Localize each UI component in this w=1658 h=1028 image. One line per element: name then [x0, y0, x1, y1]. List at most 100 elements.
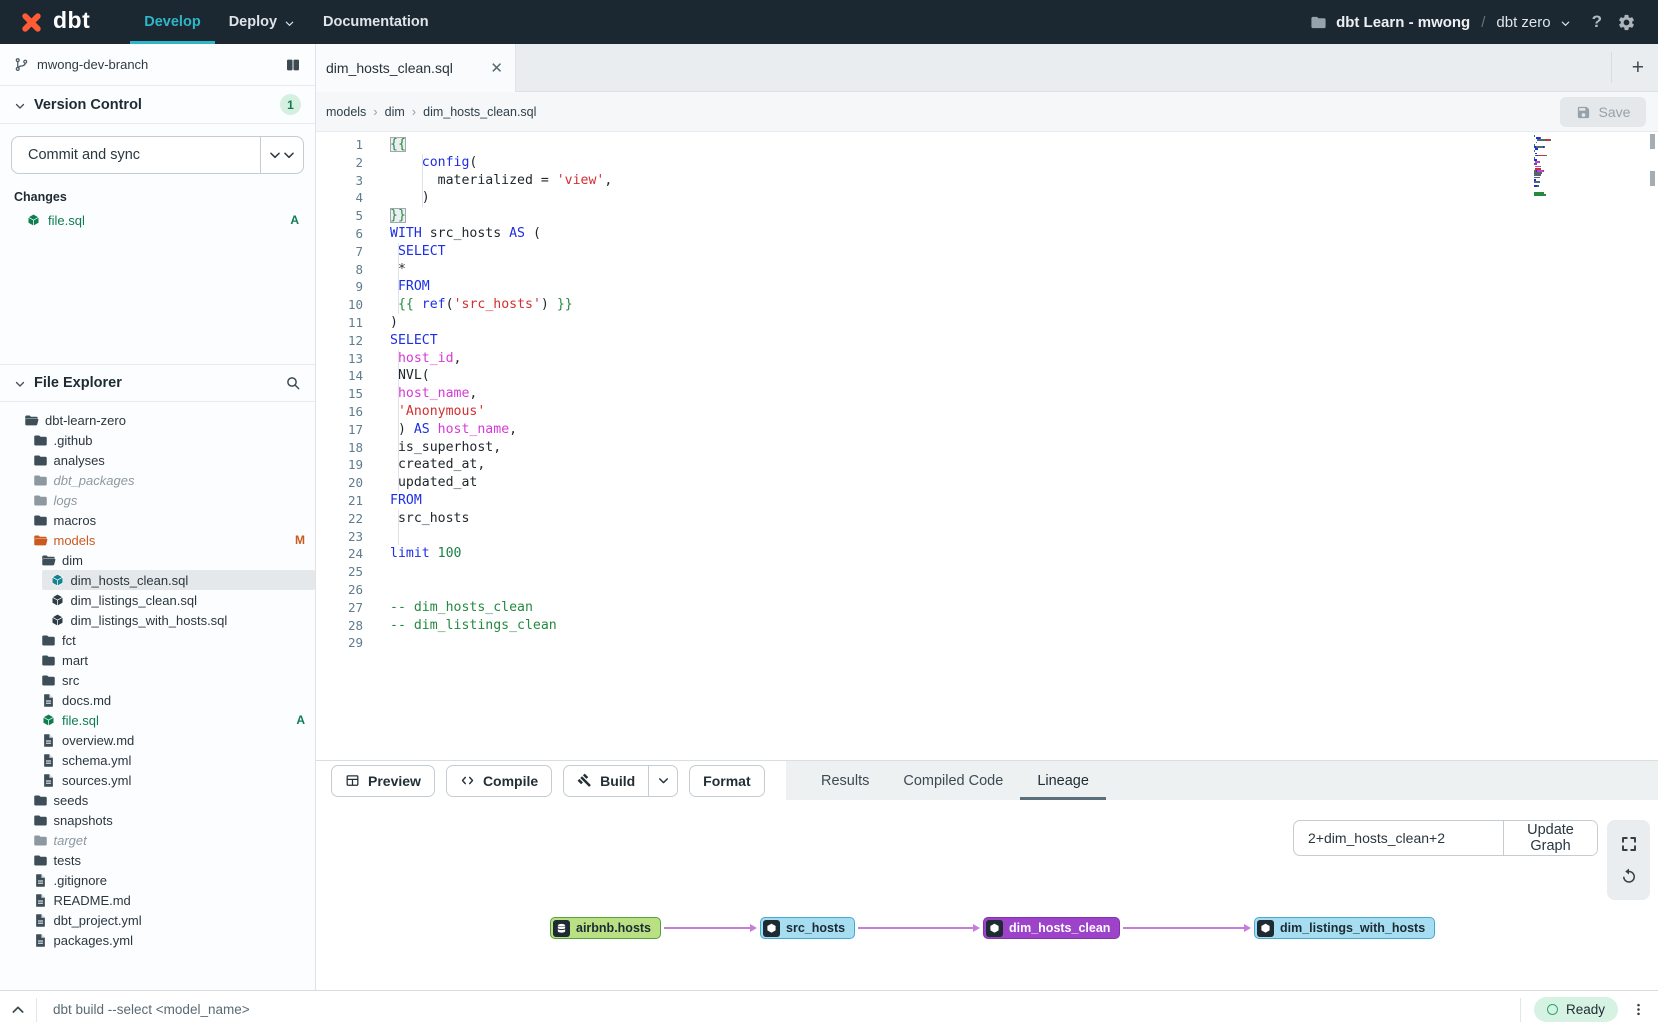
tree-item-mart[interactable]: mart [0, 650, 315, 670]
tree-item-analyses[interactable]: analyses [0, 450, 315, 470]
tree-item-snapshots[interactable]: snapshots [0, 810, 315, 830]
model-icon [50, 573, 65, 588]
nav-item-deploy[interactable]: Deploy [215, 0, 309, 44]
database-icon [553, 920, 570, 937]
code-line: 19 created_at, [316, 456, 1658, 474]
tree-item-dim-listings-clean-sql[interactable]: dim_listings_clean.sql [0, 590, 315, 610]
tab-lineage[interactable]: Lineage [1020, 761, 1106, 800]
project-name[interactable]: dbt Learn - mwong [1336, 14, 1470, 31]
build-button[interactable]: Build [563, 765, 648, 797]
build-hammer-icon [577, 773, 592, 788]
dbt-logo[interactable]: dbt [0, 0, 104, 44]
changed-file-row[interactable]: file.sql A [11, 210, 304, 230]
tree-item-readme-md[interactable]: README.md [0, 890, 315, 910]
lineage-node-dim-hosts-clean[interactable]: dim_hosts_clean [983, 917, 1120, 939]
build-options-button[interactable] [648, 765, 678, 797]
command-input[interactable]: dbt build --select <model_name> [53, 1002, 1520, 1017]
code-line: 22 src_hosts [316, 510, 1658, 528]
tree-item-src[interactable]: src [0, 670, 315, 690]
tree-item-fct[interactable]: fct [0, 630, 315, 650]
code-line: 14 NVL( [316, 367, 1658, 385]
lineage-edge [858, 927, 974, 929]
commit-options-button[interactable] [260, 137, 303, 173]
commit-and-sync-button[interactable]: Commit and sync [11, 136, 304, 174]
breadcrumb-item[interactable]: dim [385, 105, 405, 119]
tree-item-overview-md[interactable]: overview.md [0, 730, 315, 750]
scrollbar-mark[interactable] [1650, 134, 1655, 149]
tree-item-sources-yml[interactable]: sources.yml [0, 770, 315, 790]
tree-item-dbt-packages[interactable]: dbt_packages [0, 470, 315, 490]
editor-tab[interactable]: dim_hosts_clean.sql ✕ [316, 44, 516, 92]
button-label: Preview [368, 773, 421, 789]
lineage-node-src-hosts[interactable]: src_hosts [760, 917, 855, 939]
editor-tab-title: dim_hosts_clean.sql [326, 60, 482, 76]
code-editor[interactable]: 1{{2 config(3 materialized = 'view',4 )5… [316, 132, 1658, 760]
compile-button[interactable]: Compile [446, 765, 552, 797]
environment-chevron-icon[interactable] [1560, 17, 1571, 28]
line-number: 9 [316, 278, 363, 296]
tree-item-logs[interactable]: logs [0, 490, 315, 510]
branch-name[interactable]: mwong-dev-branch [37, 57, 277, 72]
breadcrumb-item[interactable]: dim_hosts_clean.sql [423, 105, 536, 119]
tree-item-packages-yml[interactable]: packages.yml [0, 930, 315, 950]
scrollbar-mark[interactable] [1650, 171, 1655, 186]
line-number: 25 [316, 563, 363, 581]
tab-compiled-code[interactable]: Compiled Code [886, 761, 1020, 800]
changed-file-name: file.sql [48, 213, 283, 228]
tab-results[interactable]: Results [804, 761, 886, 800]
save-button[interactable]: Save [1560, 97, 1646, 127]
kebab-menu-icon[interactable] [1618, 1002, 1658, 1017]
tree-item-seeds[interactable]: seeds [0, 790, 315, 810]
fullscreen-icon[interactable] [1620, 835, 1638, 853]
breadcrumb-item[interactable]: models [326, 105, 366, 119]
tree-item-tests[interactable]: tests [0, 850, 315, 870]
settings-gear-icon[interactable] [1617, 13, 1636, 32]
environment-selector[interactable]: dbt zero [1496, 14, 1550, 31]
tree-item--github[interactable]: .github [0, 430, 315, 450]
update-graph-button[interactable]: Update Graph [1503, 821, 1597, 855]
tree-item-models[interactable]: modelsM [0, 530, 315, 550]
tree-item-dim-hosts-clean-sql[interactable]: dim_hosts_clean.sql [42, 570, 315, 590]
code-line: 27-- dim_hosts_clean [316, 599, 1658, 617]
tree-item-macros[interactable]: macros [0, 510, 315, 530]
tree-item-label: mart [62, 653, 88, 668]
tree-item-docs-md[interactable]: docs.md [0, 690, 315, 710]
save-button-label: Save [1599, 104, 1631, 120]
code-line: 5}} [316, 207, 1658, 225]
nav-item-develop[interactable]: Develop [130, 0, 214, 44]
lineage-node-airbnb-hosts[interactable]: airbnb.hosts [550, 917, 661, 939]
preview-button[interactable]: Preview [331, 765, 435, 797]
code-line: 10 {{ ref('src_hosts') }} [316, 296, 1658, 314]
code-line: 9 FROM [316, 278, 1658, 296]
help-icon[interactable]: ? [1592, 12, 1602, 32]
lineage-selector-input[interactable] [1294, 821, 1503, 855]
tree-item-dbt-learn-zero[interactable]: dbt-learn-zero [0, 410, 315, 430]
lineage-node-label: airbnb.hosts [576, 921, 651, 935]
format-button[interactable]: Format [689, 765, 764, 797]
panel-collapse-chevron-icon[interactable] [0, 1002, 36, 1018]
folder-icon [41, 633, 56, 648]
reset-view-icon[interactable] [1620, 867, 1638, 885]
tree-item-label: macros [54, 513, 97, 528]
tree-item-file-sql[interactable]: file.sqlA [0, 710, 315, 730]
lineage-node-dim-listings-with-hosts[interactable]: dim_listings_with_hosts [1254, 917, 1435, 939]
line-number: 4 [316, 189, 363, 207]
code-minimap[interactable] [1534, 135, 1564, 198]
tree-item-schema-yml[interactable]: schema.yml [0, 750, 315, 770]
tree-item-dim-listings-with-hosts-sql[interactable]: dim_listings_with_hosts.sql [0, 610, 315, 630]
tree-item--gitignore[interactable]: .gitignore [0, 870, 315, 890]
version-control-header[interactable]: Version Control 1 [0, 86, 315, 124]
search-icon[interactable] [285, 375, 301, 391]
nav-item-documentation[interactable]: Documentation [309, 0, 443, 44]
file-icon [33, 873, 48, 888]
tree-item-dbt-project-yml[interactable]: dbt_project.yml [0, 910, 315, 930]
tab-close-icon[interactable]: ✕ [490, 59, 503, 77]
tree-item-dim[interactable]: dim [0, 550, 315, 570]
file-explorer-header[interactable]: File Explorer [0, 364, 315, 402]
docs-panels-icon[interactable] [285, 57, 301, 73]
ready-status-icon [1547, 1004, 1558, 1015]
new-tab-button[interactable]: + [1632, 44, 1644, 91]
tree-item-target[interactable]: target [0, 830, 315, 850]
line-number: 13 [316, 350, 363, 368]
line-number: 5 [316, 207, 363, 225]
